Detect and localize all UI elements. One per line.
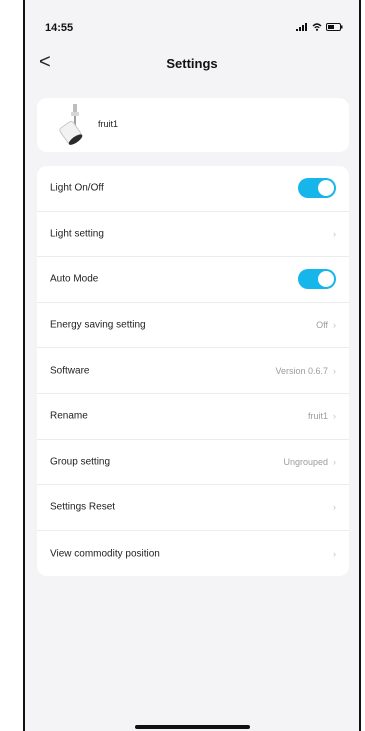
- settings-row-auto-mode[interactable]: Auto Mode: [37, 257, 349, 303]
- settings-row-label: View commodity position: [50, 548, 160, 560]
- page-title: Settings: [166, 56, 218, 71]
- settings-row-label: Energy saving setting: [50, 319, 146, 331]
- chevron-right-icon: ›: [333, 548, 336, 559]
- status-icons: [296, 23, 343, 31]
- settings-row-group-setting[interactable]: Group setting Ungrouped ›: [37, 440, 349, 486]
- settings-row-control: ›: [328, 549, 336, 559]
- device-card[interactable]: fruit1: [37, 98, 349, 152]
- settings-row-software[interactable]: Software Version 0.6.7 ›: [37, 348, 349, 394]
- settings-row-label: Group setting: [50, 456, 111, 468]
- settings-row-control: fruit1 ›: [308, 411, 336, 421]
- nav-bar: < Settings: [25, 46, 359, 86]
- settings-row-control: [298, 269, 336, 290]
- chevron-right-icon: ›: [333, 456, 336, 467]
- wifi-icon: [312, 23, 322, 31]
- settings-row-label: Auto Mode: [50, 273, 99, 285]
- toggle-knob: [318, 271, 334, 288]
- settings-row-control: ›: [328, 502, 336, 512]
- settings-row-control: [298, 178, 336, 199]
- settings-row-value: fruit1: [307, 411, 328, 422]
- settings-row-control: Version 0.6.7 ›: [275, 366, 336, 376]
- device-name: fruit1: [98, 119, 119, 129]
- battery-icon: [326, 23, 343, 31]
- settings-row-label: Light setting: [50, 228, 104, 240]
- settings-row-label: Settings Reset: [50, 501, 116, 513]
- chevron-right-icon: ›: [333, 411, 336, 422]
- settings-row-label: Light On/Off: [50, 182, 104, 194]
- phone-frame-right: [359, 0, 361, 731]
- settings-row-value: Off: [316, 320, 328, 331]
- status-bar: 14:55: [25, 0, 359, 44]
- chevron-right-icon: ›: [333, 228, 336, 239]
- cropped-page-number: 0: [0, 333, 15, 379]
- settings-row-settings-reset[interactable]: Settings Reset ›: [37, 485, 349, 531]
- toggle-knob: [318, 180, 334, 197]
- spotlight-icon: [59, 104, 83, 145]
- app-screen: 14:55 < Settings fruit1 Light On/Off Lig…: [25, 0, 359, 731]
- settings-list: Light On/Off Light setting › Auto Mode Energ…: [37, 166, 349, 576]
- settings-row-view-commodity-position[interactable]: View commodity position ›: [37, 531, 349, 576]
- settings-row-value: Ungrouped: [283, 456, 328, 467]
- settings-row-rename[interactable]: Rename fruit1 ›: [37, 394, 349, 440]
- chevron-right-icon: ›: [333, 502, 336, 513]
- toggle-switch[interactable]: [298, 269, 336, 290]
- settings-row-control: Off ›: [316, 320, 336, 330]
- settings-row-light-on-off[interactable]: Light On/Off: [37, 166, 349, 212]
- settings-row-label: Software: [50, 365, 90, 377]
- settings-row-energy-saving-setting[interactable]: Energy saving setting Off ›: [37, 303, 349, 349]
- toggle-switch[interactable]: [298, 178, 336, 199]
- status-time: 14:55: [45, 22, 74, 34]
- chevron-right-icon: ›: [333, 320, 336, 331]
- settings-row-label: Rename: [50, 410, 88, 422]
- settings-row-value: Version 0.6.7: [275, 365, 328, 376]
- settings-row-control: Ungrouped ›: [283, 457, 336, 467]
- chevron-right-icon: ›: [333, 365, 336, 376]
- settings-row-control: ›: [328, 229, 336, 239]
- settings-row-light-setting[interactable]: Light setting ›: [37, 212, 349, 258]
- home-indicator[interactable]: [135, 725, 250, 729]
- signal-icon: [296, 23, 307, 31]
